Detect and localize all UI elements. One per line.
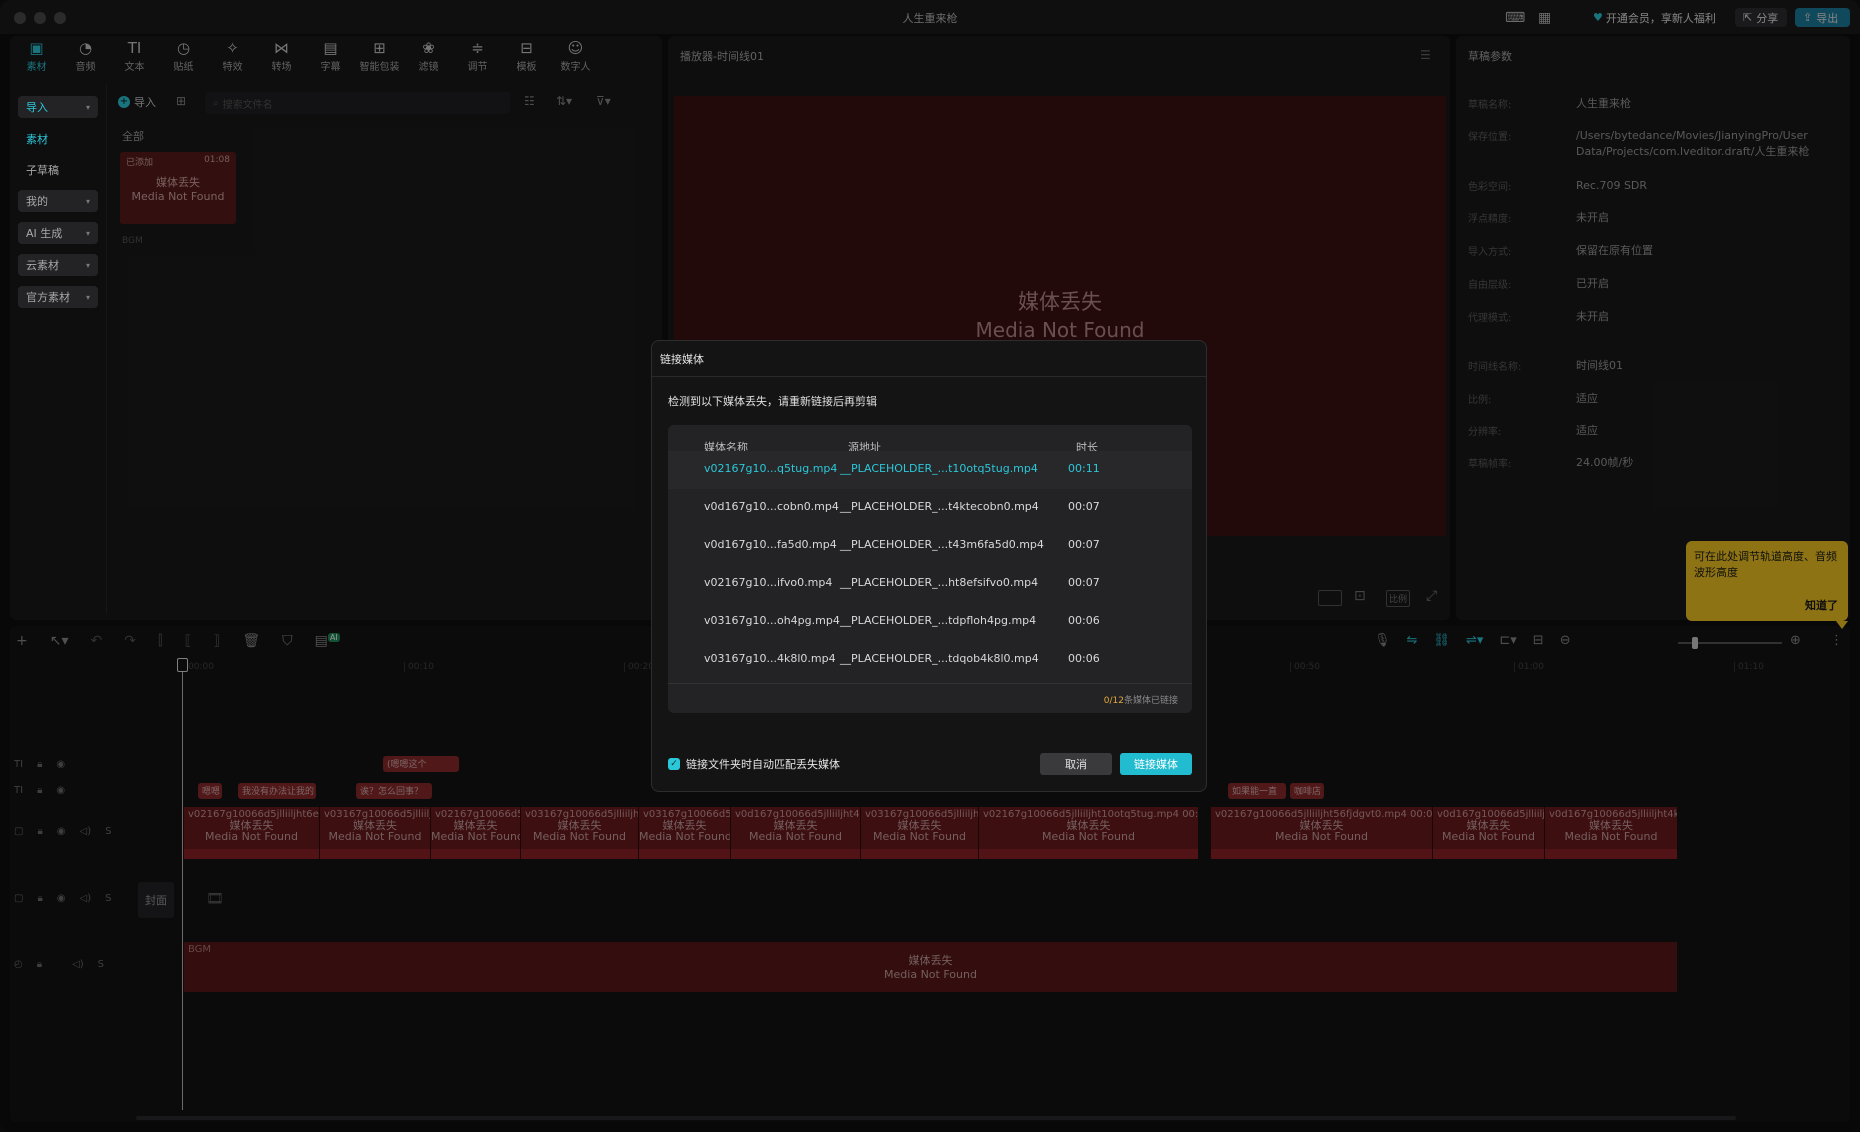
sidebar-item-5[interactable]: 云素材 ▾ bbox=[18, 254, 98, 276]
chevron-down-icon: ▾ bbox=[85, 196, 90, 206]
table-row[interactable]: v02167g10...q5tug.mp4 __PLACEHOLDER_...t1… bbox=[668, 451, 1192, 489]
sidebar-item-label: AI 生成 bbox=[26, 227, 63, 240]
row-name: v03167g10...oh4pg.mp4 bbox=[704, 614, 840, 627]
table-row[interactable]: v02167g10...ifvo0.mp4 __PLACEHOLDER_...ht… bbox=[668, 565, 1192, 603]
link-media-button[interactable]: 链接媒体 bbox=[1120, 753, 1192, 775]
row-duration: 00:07 bbox=[1068, 500, 1100, 513]
chevron-down-icon: ▾ bbox=[85, 260, 90, 270]
row-duration: 00:07 bbox=[1068, 538, 1100, 551]
row-source: __PLACEHOLDER_...ht8efsifvo0.mp4 bbox=[840, 576, 1039, 589]
row-duration: 00:07 bbox=[1068, 576, 1100, 589]
chevron-down-icon: ▾ bbox=[85, 292, 90, 302]
sidebar-item-1[interactable]: 素材 bbox=[18, 128, 98, 150]
sidebar-item-label: 素材 bbox=[26, 133, 48, 146]
chevron-down-icon: ▾ bbox=[85, 228, 90, 238]
linked-status: 0/12条媒体已链接 bbox=[1104, 693, 1178, 706]
row-source: __PLACEHOLDER_...t4ktecobn0.mp4 bbox=[840, 500, 1039, 513]
row-name: v02167g10...ifvo0.mp4 bbox=[704, 576, 833, 589]
row-name: v0d167g10...cobn0.mp4 bbox=[704, 500, 839, 513]
row-source: __PLACEHOLDER_...t10otq5tug.mp4 bbox=[840, 462, 1038, 475]
row-duration: 00:11 bbox=[1068, 462, 1100, 475]
sidebar-item-6[interactable]: 官方素材 ▾ bbox=[18, 286, 98, 308]
auto-match-label: 链接文件夹时自动匹配丢失媒体 bbox=[686, 758, 840, 771]
row-duration: 00:06 bbox=[1068, 652, 1100, 665]
table-footer: 0/12条媒体已链接 bbox=[668, 683, 1192, 713]
linked-count: 0/12 bbox=[1103, 696, 1124, 706]
dialog-divider bbox=[652, 376, 1206, 377]
dialog-message: 检测到以下媒体丢失，请重新链接后再剪辑 bbox=[668, 395, 877, 408]
sidebar-item-label: 云素材 bbox=[26, 259, 59, 272]
row-name: v0d167g10...fa5d0.mp4 bbox=[704, 538, 837, 551]
table-row[interactable]: v03167g10...oh4pg.mp4 __PLACEHOLDER_...td… bbox=[668, 603, 1192, 641]
sidebar-item-label: 子草稿 bbox=[26, 164, 59, 177]
sidebar-item-label: 导入 bbox=[26, 101, 48, 114]
sidebar-item-2[interactable]: 子草稿 bbox=[18, 159, 98, 181]
link-media-dialog: 链接媒体 检测到以下媒体丢失，请重新链接后再剪辑 媒体名称 源地址 时长 v02… bbox=[651, 340, 1207, 792]
row-source: __PLACEHOLDER_...tdqob4k8l0.mp4 bbox=[840, 652, 1039, 665]
row-name: v02167g10...q5tug.mp4 bbox=[704, 462, 838, 475]
row-source: __PLACEHOLDER_...tdpfloh4pg.mp4 bbox=[840, 614, 1037, 627]
row-name: v03167g10...4k8l0.mp4 bbox=[704, 652, 836, 665]
table-row[interactable]: v0d167g10...fa5d0.mp4 __PLACEHOLDER_...t4… bbox=[668, 527, 1192, 565]
dialog-title: 链接媒体 bbox=[660, 353, 704, 366]
chevron-down-icon: ▾ bbox=[85, 102, 90, 112]
sidebar-item-label: 我的 bbox=[26, 195, 48, 208]
table-row[interactable]: v03167g10...4k8l0.mp4 __PLACEHOLDER_...td… bbox=[668, 641, 1192, 679]
auto-match-option[interactable]: ✓ 链接文件夹时自动匹配丢失媒体 bbox=[668, 756, 840, 772]
row-duration: 00:06 bbox=[1068, 614, 1100, 627]
app-window: 人生重来枪 ⌨ ▦ ♥ 开通会员，享新人福利 ⇱ 分享 ⇪ 导出 ▣ 素材 ◔ 音频 TI 文本… bbox=[0, 0, 1860, 1132]
cancel-button[interactable]: 取消 bbox=[1040, 753, 1112, 775]
table-row[interactable]: v0d167g10...cobn0.mp4 __PLACEHOLDER_...t4… bbox=[668, 489, 1192, 527]
sidebar-item-0[interactable]: 导入 ▾ bbox=[18, 96, 98, 118]
linked-suffix: 条媒体已链接 bbox=[1123, 696, 1178, 706]
sidebar-item-3[interactable]: 我的 ▾ bbox=[18, 190, 98, 212]
sidebar-item-label: 官方素材 bbox=[26, 291, 70, 304]
row-source: __PLACEHOLDER_...t43m6fa5d0.mp4 bbox=[840, 538, 1044, 551]
sidebar-item-4[interactable]: AI 生成 ▾ bbox=[18, 222, 98, 244]
auto-match-checkbox[interactable]: ✓ bbox=[668, 758, 680, 770]
missing-media-table: 媒体名称 源地址 时长 v02167g10...q5tug.mp4 __PLACE… bbox=[668, 425, 1192, 713]
